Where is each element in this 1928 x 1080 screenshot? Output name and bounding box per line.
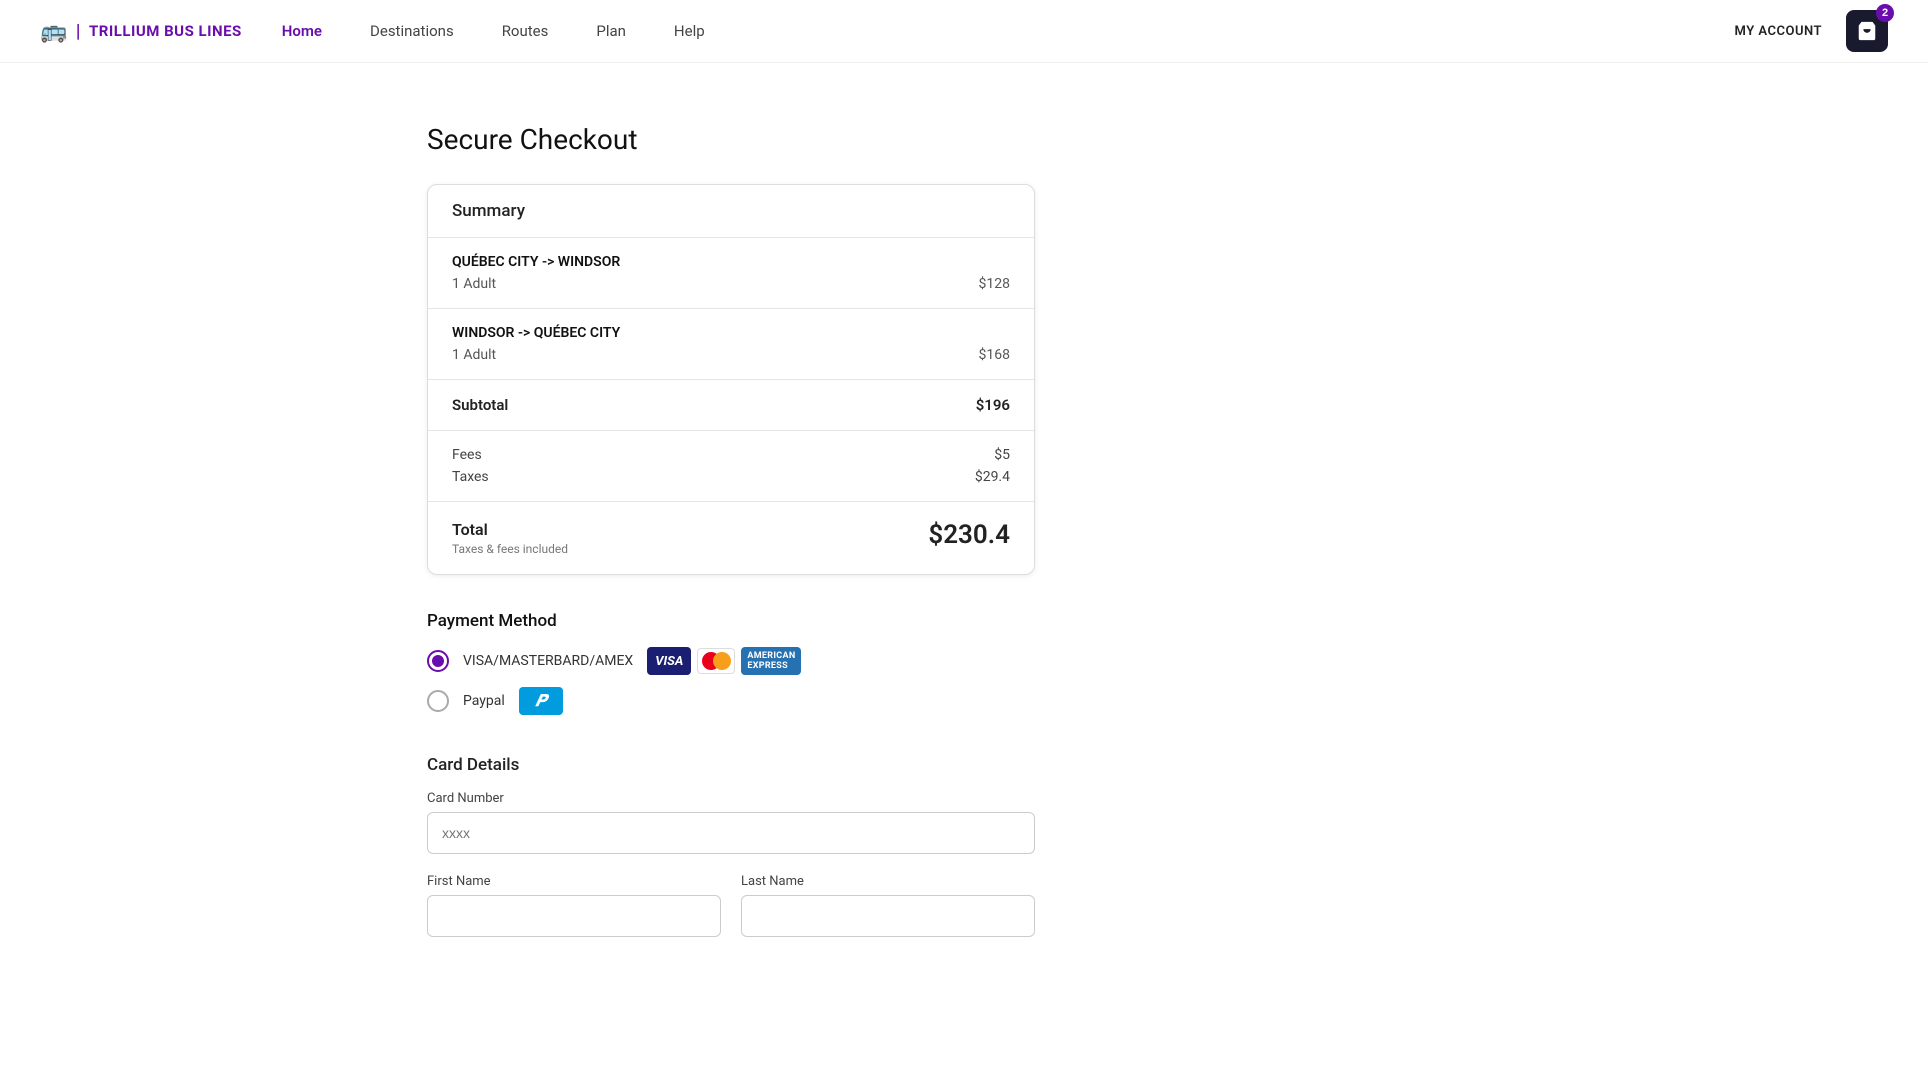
radio-visa[interactable] — [427, 650, 449, 672]
radio-paypal[interactable] — [427, 690, 449, 712]
card-logos: VISA AMERICANEXPRESS — [647, 647, 801, 675]
mc-circles — [702, 652, 731, 670]
payment-visa-label: VISA/MASTERBARD/AMEX — [463, 653, 633, 669]
card-number-label: Card Number — [427, 791, 1035, 806]
mc-orange-circle — [713, 652, 731, 670]
card-details-title: Card Details — [427, 755, 1035, 775]
fees-row: Fees $5 — [452, 447, 1010, 463]
cart-badge: 2 — [1876, 4, 1894, 22]
subtotal-label: Subtotal — [452, 396, 508, 414]
card-details-section: Card Details Card Number First Name Last… — [427, 755, 1035, 957]
cart-icon — [1856, 20, 1878, 42]
brand-logo[interactable]: 🚌 | TRILLIUM BUS LINES — [40, 19, 242, 44]
subtotal-section: Subtotal $196 — [428, 380, 1034, 431]
trip1-passengers: 1 Adult — [452, 276, 496, 292]
first-name-input[interactable] — [427, 895, 721, 937]
nav-links: Home Destinations Routes Plan Help — [282, 22, 1695, 40]
bus-icon: 🚌 — [40, 19, 68, 44]
trip2-price: $168 — [979, 347, 1010, 363]
nav-help[interactable]: Help — [674, 22, 705, 40]
payment-option-paypal[interactable]: Paypal 𝑷 — [427, 687, 1035, 715]
trip1-detail-row: 1 Adult $128 — [452, 276, 1010, 292]
trip2-passengers: 1 Adult — [452, 347, 496, 363]
nav-routes[interactable]: Routes — [502, 22, 549, 40]
subtotal-value: $196 — [976, 396, 1010, 414]
summary-card: Summary QUÉBEC CITY -> WINDSOR 1 Adult $… — [427, 184, 1035, 575]
name-row: First Name Last Name — [427, 874, 1035, 957]
payment-option-visa[interactable]: VISA/MASTERBARD/AMEX VISA AMERICANEXPRES… — [427, 647, 1035, 675]
last-name-field: Last Name — [741, 874, 1035, 937]
fees-label: Fees — [452, 447, 482, 463]
trip1-price: $128 — [979, 276, 1010, 292]
taxes-value: $29.4 — [975, 469, 1010, 485]
nav-plan[interactable]: Plan — [596, 22, 626, 40]
fees-value: $5 — [994, 447, 1010, 463]
payment-method-section: Payment Method VISA/MASTERBARD/AMEX VISA… — [427, 611, 1035, 727]
my-account-link[interactable]: MY ACCOUNT — [1735, 24, 1823, 39]
mastercard-logo — [697, 648, 735, 674]
fees-taxes-section: Fees $5 Taxes $29.4 — [428, 431, 1034, 502]
cart-button[interactable]: 2 — [1846, 10, 1888, 52]
navbar: 🚌 | TRILLIUM BUS LINES Home Destinations… — [0, 0, 1928, 63]
brand-name: TRILLIUM BUS LINES — [89, 22, 242, 40]
summary-header: Summary — [428, 185, 1034, 238]
last-name-input[interactable] — [741, 895, 1035, 937]
visa-logo: VISA — [647, 647, 691, 675]
total-label: Total — [452, 520, 568, 539]
payment-section-title: Payment Method — [427, 611, 1035, 631]
trip2-section: WINDSOR -> QUÉBEC CITY 1 Adult $168 — [428, 309, 1034, 380]
amex-logo: AMERICANEXPRESS — [741, 647, 801, 675]
trip2-route: WINDSOR -> QUÉBEC CITY — [452, 325, 1010, 341]
trip1-section: QUÉBEC CITY -> WINDSOR 1 Adult $128 — [428, 238, 1034, 309]
taxes-row: Taxes $29.4 — [452, 469, 1010, 485]
trip1-route: QUÉBEC CITY -> WINDSOR — [452, 254, 1010, 270]
last-name-label: Last Name — [741, 874, 1035, 889]
nav-home[interactable]: Home — [282, 22, 322, 40]
total-label-group: Total Taxes & fees included — [452, 520, 568, 556]
paypal-logo: 𝑷 — [519, 687, 563, 715]
first-name-label: First Name — [427, 874, 721, 889]
subtotal-row: Subtotal $196 — [452, 396, 1010, 414]
total-section: Total Taxes & fees included $230.4 — [428, 502, 1034, 574]
nav-destinations[interactable]: Destinations — [370, 22, 454, 40]
nav-right: MY ACCOUNT 2 — [1735, 10, 1889, 52]
card-number-field: Card Number — [427, 791, 1035, 854]
total-amount: $230.4 — [928, 520, 1010, 550]
total-note: Taxes & fees included — [452, 542, 568, 556]
page-title: Secure Checkout — [427, 123, 638, 156]
trip2-detail-row: 1 Adult $168 — [452, 347, 1010, 363]
card-number-input[interactable] — [427, 812, 1035, 854]
taxes-label: Taxes — [452, 469, 489, 485]
first-name-field: First Name — [427, 874, 721, 937]
payment-paypal-label: Paypal — [463, 693, 505, 709]
main-content: Secure Checkout Summary QUÉBEC CITY -> W… — [0, 63, 1060, 1017]
total-row: Total Taxes & fees included $230.4 — [452, 520, 1010, 556]
